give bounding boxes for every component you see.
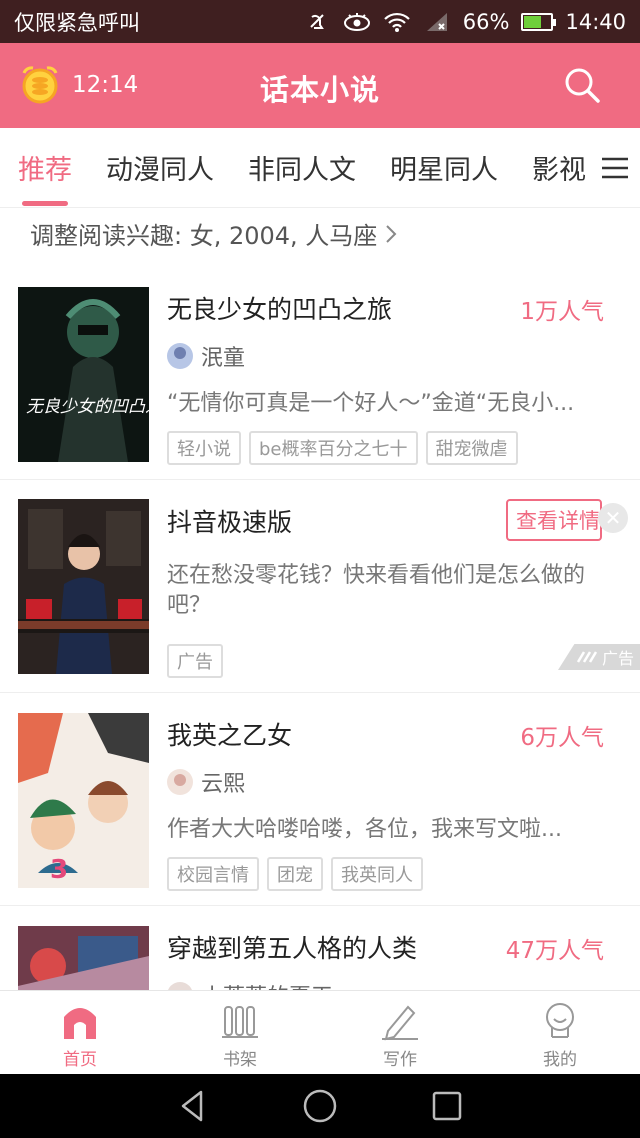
battery-percent: 66% — [462, 9, 510, 34]
ad-image[interactable] — [18, 499, 149, 674]
back-icon[interactable] — [175, 1088, 211, 1124]
tab-celebrity-fanfic[interactable]: 明星同人 — [390, 128, 498, 207]
book-cover[interactable]: 无良少女的凹凸之旅 — [18, 287, 149, 462]
recents-icon[interactable] — [429, 1088, 465, 1124]
tag[interactable]: 校园言情 — [167, 857, 259, 891]
tab-recommend[interactable]: 推荐 — [18, 128, 72, 207]
author-name: 泯童 — [201, 346, 246, 371]
ad-item[interactable]: 抖音极速版 查看详情 ✕ 还在愁没零花钱？快来看看他们是怎么做的吧？ 广告 广告 — [0, 481, 640, 693]
book-description: “无情你可真是一个好人～”金道“无良小... — [167, 391, 575, 416]
nav-label: 首页 — [63, 1050, 97, 1070]
nav-label: 写作 — [383, 1050, 417, 1070]
view-details-button[interactable]: 查看详情 — [506, 499, 602, 541]
battery-icon — [521, 12, 557, 31]
ad-badge: 广告 — [558, 644, 640, 670]
pen-icon — [382, 1005, 418, 1041]
tag[interactable]: 我英同人 — [331, 857, 423, 891]
author-name: 小蒂蒂的夏天 — [201, 979, 333, 990]
nav-write[interactable]: 写作 — [320, 991, 480, 1074]
ad-description: 还在愁没零花钱？快来看看他们是怎么做的吧？ — [167, 563, 586, 618]
home-circle-icon[interactable] — [302, 1088, 338, 1124]
book-cover[interactable] — [18, 926, 149, 990]
book-cover[interactable]: 3 — [18, 713, 149, 888]
tabs-menu-button[interactable] — [590, 128, 640, 207]
close-icon[interactable]: ✕ — [598, 503, 628, 533]
bookshelf-icon — [222, 1006, 258, 1038]
profile-icon — [546, 1003, 574, 1038]
app-header: 12:14 话本小说 — [0, 43, 640, 128]
nav-profile[interactable]: 我的 — [480, 991, 640, 1074]
reading-interest-link[interactable]: 调整阅读兴趣: 女, 2004, 人马座 — [30, 216, 399, 251]
status-time: 14:40 — [565, 9, 626, 34]
interest-label: 调整阅读兴趣: 女, 2004, 人马座 — [30, 222, 378, 250]
author[interactable]: 泯童 — [167, 340, 245, 372]
tab-anime-fanfic[interactable]: 动漫同人 — [106, 128, 214, 207]
signal-icon — [423, 10, 451, 34]
tag-list: 广告 — [167, 644, 223, 678]
nav-label: 书架 — [223, 1050, 257, 1070]
tag[interactable]: be概率百分之七十 — [249, 431, 418, 465]
status-icons: 66% 14:40 — [303, 10, 626, 34]
battery-level — [524, 15, 541, 28]
search-icon[interactable] — [562, 65, 602, 105]
tab-original[interactable]: 非同人文 — [248, 128, 356, 207]
svg-text:3: 3 — [50, 855, 68, 885]
list-item[interactable]: 无良少女的凹凸之旅 无良少女的凹凸之旅 1万人气 泯童 “无情你可真是一个好人～… — [0, 268, 640, 480]
popularity-count: 47万人气 — [505, 938, 604, 964]
wifi-icon — [383, 10, 411, 34]
author[interactable]: 小蒂蒂的夏天 — [167, 979, 333, 990]
popularity-count: 6万人气 — [520, 725, 604, 751]
tag[interactable]: 轻小说 — [167, 431, 241, 465]
tag-list: 轻小说 be概率百分之七十 甜宠微虐 — [167, 431, 518, 465]
status-bar: 仅限紧急呼叫 66% 14:40 — [0, 0, 640, 43]
ad-title[interactable]: 抖音极速版 — [167, 503, 292, 539]
list-item[interactable]: 3 我英之乙女 6万人气 云熙 作者大大哈喽哈喽，各位，我来写文啦... 校园言… — [0, 694, 640, 906]
menu-icon — [602, 157, 628, 179]
ad-tag: 广告 — [167, 644, 223, 678]
ad-badge-label: 广告 — [601, 649, 634, 668]
carrier-text: 仅限紧急呼叫 — [14, 10, 140, 35]
bottom-nav: 首页 书架 写作 我的 — [0, 990, 640, 1074]
book-title[interactable]: 无良少女的凹凸之旅 — [167, 290, 392, 326]
nav-label: 我的 — [543, 1050, 577, 1070]
list-item[interactable]: 穿越到第五人格的人类 47万人气 小蒂蒂的夏天 — [0, 907, 640, 990]
popularity-count: 1万人气 — [520, 299, 604, 325]
book-title[interactable]: 我英之乙女 — [167, 716, 292, 752]
tag-list: 校园言情 团宠 我英同人 — [167, 857, 423, 891]
avatar — [167, 343, 193, 369]
nav-home[interactable]: 首页 — [0, 991, 160, 1074]
eye-icon — [343, 10, 371, 34]
category-tabs: 推荐 动漫同人 非同人文 明星同人 影视 — [0, 128, 640, 208]
book-description: 作者大大哈喽哈喽，各位，我来写文啦... — [167, 817, 562, 842]
mute-icon — [303, 10, 331, 34]
tag[interactable]: 团宠 — [267, 857, 323, 891]
system-nav-bar — [0, 1074, 640, 1138]
ad-logo-icon — [576, 651, 598, 663]
tab-film-tv[interactable]: 影视 — [532, 128, 586, 207]
book-title[interactable]: 穿越到第五人格的人类 — [167, 929, 417, 965]
author-name: 云熙 — [201, 772, 246, 797]
avatar — [167, 982, 193, 990]
chevron-right-icon — [386, 224, 397, 243]
nav-bookshelf[interactable]: 书架 — [160, 991, 320, 1074]
author[interactable]: 云熙 — [167, 766, 245, 798]
tag[interactable]: 甜宠微虐 — [425, 431, 518, 465]
app-title: 话本小说 — [259, 73, 380, 107]
home-icon — [64, 1008, 96, 1039]
cover-title: 无良少女的凹凸之旅 — [26, 397, 149, 417]
avatar — [167, 769, 193, 795]
